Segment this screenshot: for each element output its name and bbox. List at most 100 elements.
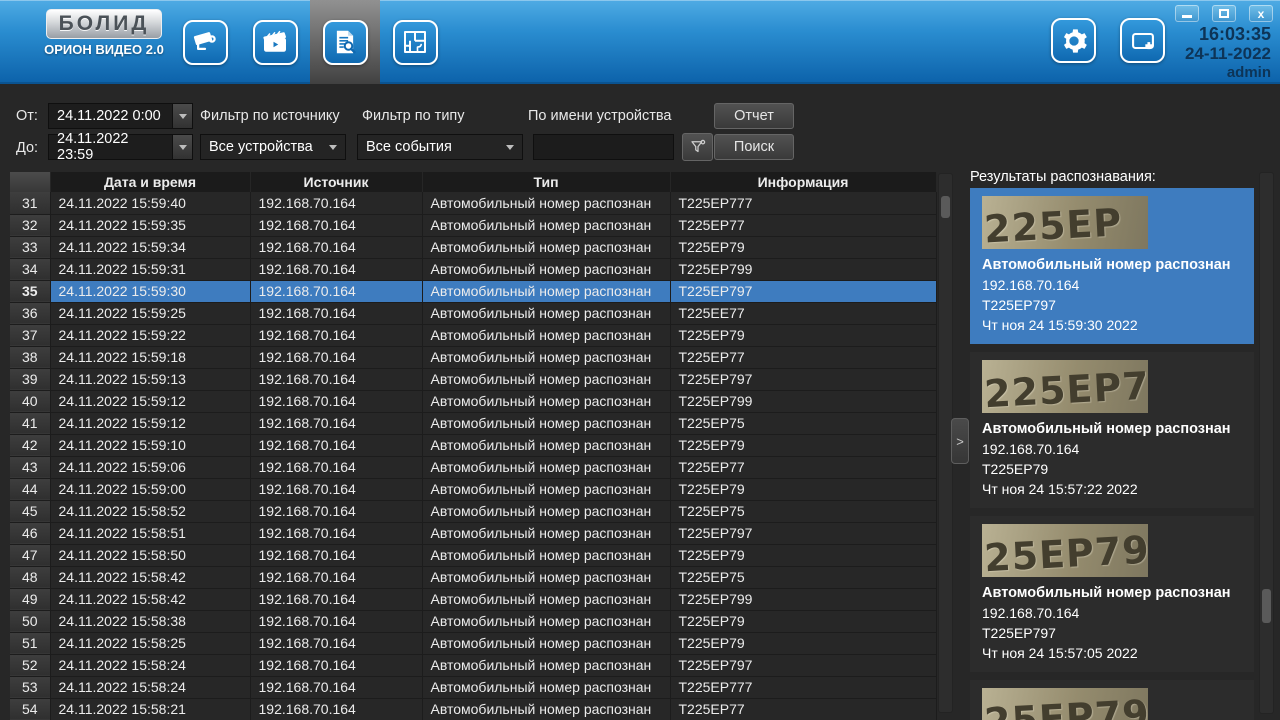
search-button[interactable]: Поиск: [714, 134, 794, 160]
event-journal-icon[interactable]: [323, 20, 368, 65]
table-header-row: Дата и времяИсточникТипИнформация: [10, 172, 936, 192]
device-name-input[interactable]: [533, 134, 674, 160]
cell-info: T225EP75: [670, 566, 936, 588]
table-row[interactable]: 3124.11.2022 15:59:40192.168.70.164Автом…: [10, 192, 936, 214]
device-name-label: По имени устройства: [528, 108, 672, 124]
cell-type: Автомобильный номер распознан: [422, 346, 670, 368]
cell-type: Автомобильный номер распознан: [422, 368, 670, 390]
cell-info: T225EP797: [670, 522, 936, 544]
row-number: 42: [10, 434, 50, 456]
table-row[interactable]: 4724.11.2022 15:58:50192.168.70.164Автом…: [10, 544, 936, 566]
table-row[interactable]: 5224.11.2022 15:58:24192.168.70.164Автом…: [10, 654, 936, 676]
date-to-field[interactable]: 24.11.2022 23:59: [48, 134, 193, 160]
row-number: 40: [10, 390, 50, 412]
filter-funnel-button[interactable]: [682, 133, 713, 161]
recognition-card[interactable]: 25EP79Автомобильный номер распознан192.1…: [970, 516, 1254, 672]
column-header[interactable]: Дата и время: [50, 172, 250, 192]
add-monitor-icon[interactable]: [1120, 18, 1165, 63]
column-header[interactable]: [10, 172, 50, 192]
cell-info: T225EP799: [670, 258, 936, 280]
card-datetime: Чт ноя 24 15:57:22 2022: [982, 479, 1242, 499]
cell-info: T225EP79: [670, 610, 936, 632]
nav-cameras[interactable]: [170, 0, 240, 84]
column-header[interactable]: Тип: [422, 172, 670, 192]
cell-source: 192.168.70.164: [250, 324, 422, 346]
close-button[interactable]: x: [1249, 5, 1273, 22]
table-row[interactable]: 4024.11.2022 15:59:12192.168.70.164Автом…: [10, 390, 936, 412]
table-row[interactable]: 5324.11.2022 15:58:24192.168.70.164Автом…: [10, 676, 936, 698]
table-row[interactable]: 4924.11.2022 15:58:42192.168.70.164Автом…: [10, 588, 936, 610]
cell-type: Автомобильный номер распознан: [422, 500, 670, 522]
nav-journal[interactable]: [310, 0, 380, 84]
cctv-camera-icon[interactable]: [183, 20, 228, 65]
video-archive-icon[interactable]: [253, 20, 298, 65]
card-plate-number: T225EP79: [982, 459, 1242, 479]
to-label: До:: [16, 140, 38, 156]
cell-source: 192.168.70.164: [250, 632, 422, 654]
table-row[interactable]: 3524.11.2022 15:59:30192.168.70.164Автом…: [10, 280, 936, 302]
panel-collapse-button[interactable]: >: [951, 418, 969, 464]
table-row[interactable]: 4624.11.2022 15:58:51192.168.70.164Автом…: [10, 522, 936, 544]
table-row[interactable]: 4524.11.2022 15:58:52192.168.70.164Автом…: [10, 500, 936, 522]
cell-source: 192.168.70.164: [250, 676, 422, 698]
cell-info: T225EP799: [670, 588, 936, 610]
cell-info: T225EP799: [670, 390, 936, 412]
date-from-field[interactable]: 24.11.2022 0:00: [48, 103, 193, 129]
events-dropdown[interactable]: Все события: [357, 134, 523, 160]
table-row[interactable]: 4324.11.2022 15:59:06192.168.70.164Автом…: [10, 456, 936, 478]
card-datetime: Чт ноя 24 15:59:30 2022: [982, 315, 1242, 335]
floor-plan-icon[interactable]: [393, 20, 438, 65]
events-table: Дата и времяИсточникТипИнформация 3124.1…: [10, 172, 937, 720]
cell-info: T225EE77: [670, 302, 936, 324]
chevron-down-icon: [179, 145, 187, 150]
cell-datetime: 24.11.2022 15:59:34: [50, 236, 250, 258]
table-row[interactable]: 3324.11.2022 15:59:34192.168.70.164Автом…: [10, 236, 936, 258]
card-plate-number: T225EP797: [982, 623, 1242, 643]
top-bar: БОЛИД ОРИОН ВИДЕО 2.0: [0, 0, 1280, 84]
nav-plan[interactable]: [380, 0, 450, 84]
table-row[interactable]: 3924.11.2022 15:59:13192.168.70.164Автом…: [10, 368, 936, 390]
row-number: 46: [10, 522, 50, 544]
date-from-dropdown-button[interactable]: [172, 104, 192, 128]
chevron-down-icon: [329, 145, 337, 150]
nav-archive[interactable]: [240, 0, 310, 84]
table-row[interactable]: 4124.11.2022 15:59:12192.168.70.164Автом…: [10, 412, 936, 434]
cell-source: 192.168.70.164: [250, 456, 422, 478]
table-row[interactable]: 3824.11.2022 15:59:18192.168.70.164Автом…: [10, 346, 936, 368]
date-to-dropdown-button[interactable]: [172, 135, 192, 159]
clock-block: 16:03:35 24-11-2022 admin: [1185, 25, 1271, 82]
table-row[interactable]: 5024.11.2022 15:58:38192.168.70.164Автом…: [10, 610, 936, 632]
recognition-card[interactable]: 225EPАвтомобильный номер распознан192.16…: [970, 188, 1254, 344]
bolid-logo: БОЛИД ОРИОН ВИДЕО 2.0: [36, 9, 172, 57]
row-number: 48: [10, 566, 50, 588]
table-row[interactable]: 4224.11.2022 15:59:10192.168.70.164Автом…: [10, 434, 936, 456]
report-button[interactable]: Отчет: [714, 103, 794, 129]
maximize-button[interactable]: [1212, 5, 1236, 22]
table-row[interactable]: 5424.11.2022 15:58:21192.168.70.164Автом…: [10, 698, 936, 720]
table-row[interactable]: 3624.11.2022 15:59:25192.168.70.164Автом…: [10, 302, 936, 324]
row-number: 36: [10, 302, 50, 324]
devices-dropdown[interactable]: Все устройства: [200, 134, 346, 160]
table-row[interactable]: 3724.11.2022 15:59:22192.168.70.164Автом…: [10, 324, 936, 346]
table-row[interactable]: 3424.11.2022 15:59:31192.168.70.164Автом…: [10, 258, 936, 280]
row-number: 32: [10, 214, 50, 236]
recognition-card[interactable]: 25EP79: [970, 680, 1254, 720]
results-scrollbar[interactable]: [1259, 172, 1274, 714]
table-row[interactable]: 3224.11.2022 15:59:35192.168.70.164Автом…: [10, 214, 936, 236]
column-header[interactable]: Источник: [250, 172, 422, 192]
column-header[interactable]: Информация: [670, 172, 936, 192]
cell-info: T225EP77: [670, 698, 936, 720]
settings-gear-icon[interactable]: [1051, 18, 1096, 63]
results-scrollbar-thumb[interactable]: [1262, 589, 1271, 623]
date-from-value: 24.11.2022 0:00: [57, 108, 161, 124]
minimize-button[interactable]: [1175, 5, 1199, 22]
card-plate-number: T225EP797: [982, 295, 1242, 315]
table-row[interactable]: 4424.11.2022 15:59:00192.168.70.164Автом…: [10, 478, 936, 500]
table-scrollbar-thumb[interactable]: [941, 196, 950, 218]
table-row[interactable]: 5124.11.2022 15:58:25192.168.70.164Автом…: [10, 632, 936, 654]
recognition-card[interactable]: 225EP7Автомобильный номер распознан192.1…: [970, 352, 1254, 508]
row-number: 51: [10, 632, 50, 654]
cell-info: T225EP79: [670, 632, 936, 654]
table-row[interactable]: 4824.11.2022 15:58:42192.168.70.164Автом…: [10, 566, 936, 588]
chevron-down-icon: [506, 145, 514, 150]
